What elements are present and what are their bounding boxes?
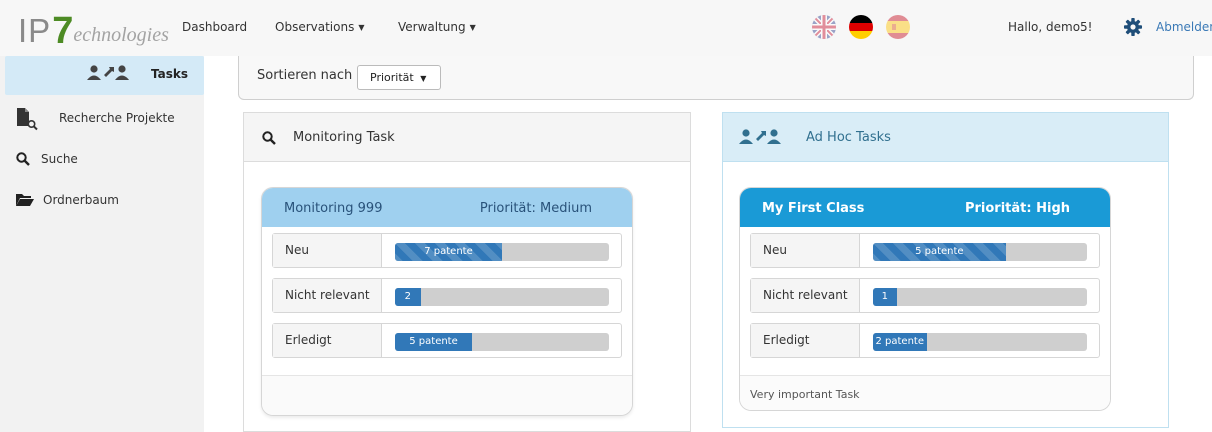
stat-row-neu[interactable]: Neu 7 patente (272, 233, 622, 268)
stat-row-erledigt[interactable]: Erledigt 2 patente (750, 323, 1100, 358)
stat-label: Nicht relevant (751, 279, 860, 312)
task-card-footer (262, 375, 632, 415)
germany-flag-icon[interactable] (849, 15, 873, 39)
logout-link[interactable]: Abmelden (1156, 20, 1212, 34)
nav-verwaltung-dropdown[interactable]: Verwaltung ▼ (398, 20, 476, 34)
nav-observations-label: Observations (275, 20, 355, 34)
search-icon (262, 130, 276, 149)
folder-open-icon (16, 192, 34, 211)
sidebar-item-recherche-projekte-label: Recherche Projekte (59, 111, 175, 125)
task-card-name: Monitoring 999 (284, 201, 383, 216)
sidebar-item-suche-label: Suche (41, 152, 78, 166)
stat-row-neu[interactable]: Neu 5 patente (750, 233, 1100, 268)
search-icon (16, 151, 30, 170)
panel-ad-hoc-tasks: Ad Hoc Tasks My First Class Priorität: H… (722, 112, 1169, 428)
task-card-header: My First Class Priorität: High (740, 188, 1110, 227)
progress-bar: 5 patente (395, 333, 609, 351)
task-card-priority: Priorität: High (964, 201, 1070, 216)
progress-bar: 2 patente (873, 333, 1087, 351)
ip7-logo[interactable]: IP 7 echnologies (18, 9, 169, 52)
nav-observations-dropdown[interactable]: Observations ▼ (275, 20, 364, 34)
task-card-priority: Priorität: Medium (479, 201, 592, 216)
progress-bar-fill: 5 patente (873, 243, 1006, 261)
sidebar-item-tasks-label: Tasks (151, 67, 189, 81)
uk-flag-icon[interactable] (812, 15, 836, 39)
caret-down-icon: ▼ (358, 23, 365, 32)
users-icon (739, 129, 783, 151)
nav-dashboard-label: Dashboard (182, 20, 248, 34)
gear-icon[interactable] (1123, 17, 1143, 37)
panel-title: Ad Hoc Tasks (806, 130, 891, 145)
task-card[interactable]: My First Class Priorität: High Neu 5 pat… (739, 187, 1111, 411)
task-card-footer: Very important Task (740, 375, 1110, 410)
task-card[interactable]: Monitoring 999 Priorität: Medium Neu 7 p… (261, 187, 633, 416)
caret-down-icon: ▼ (420, 74, 427, 83)
progress-bar-fill: 5 patente (395, 333, 473, 351)
logo-seven-text: 7 (52, 10, 74, 52)
logo-ip-text: IP (18, 12, 52, 49)
logo-rest-text: echnologies (73, 24, 169, 46)
task-card-header: Monitoring 999 Priorität: Medium (262, 188, 632, 227)
panel-header: Monitoring Task (244, 113, 690, 162)
progress-bar: 5 patente (873, 243, 1087, 261)
stat-label: Neu (751, 234, 860, 267)
user-greeting: Hallo, demo5! (1008, 20, 1093, 34)
caret-down-icon: ▼ (469, 23, 476, 32)
progress-bar-fill: 7 patente (395, 243, 502, 261)
users-icon (87, 65, 131, 87)
nav-verwaltung-label: Verwaltung (398, 20, 466, 34)
stat-label: Nicht relevant (273, 279, 382, 312)
panel-monitoring-task: Monitoring Task Monitoring 999 Priorität… (243, 112, 691, 432)
panel-title: Monitoring Task (293, 130, 395, 145)
stat-row-erledigt[interactable]: Erledigt 5 patente (272, 323, 622, 358)
sort-label: Sortieren nach (257, 68, 353, 83)
progress-bar-fill: 2 (395, 288, 421, 306)
progress-bar: 2 (395, 288, 609, 306)
progress-bar: 7 patente (395, 243, 609, 261)
sidebar-item-tasks[interactable]: Tasks (5, 56, 204, 95)
task-card-note: Very important Task (750, 388, 860, 401)
progress-bar-fill: 2 patente (873, 333, 927, 351)
spain-flag-icon[interactable] (886, 15, 910, 39)
nav-dashboard[interactable]: Dashboard (182, 20, 247, 34)
sort-dropdown-button[interactable]: Priorität ▼ (357, 65, 441, 90)
progress-bar: 1 (873, 288, 1087, 306)
stat-row-nicht-relevant[interactable]: Nicht relevant 2 (272, 278, 622, 313)
stat-label: Erledigt (273, 324, 382, 357)
sidebar: Tasks Recherche Projekte Suche Ordnerbau… (0, 56, 204, 432)
stat-label: Neu (273, 234, 382, 267)
top-navbar: IP 7 echnologies Dashboard Observations ▼… (0, 0, 1212, 56)
sidebar-item-ordnerbaum-label: Ordnerbaum (43, 193, 119, 207)
sort-dropdown-value: Priorität (370, 71, 414, 84)
file-search-icon (16, 107, 38, 135)
panel-header: Ad Hoc Tasks (723, 113, 1168, 162)
stat-label: Erledigt (751, 324, 860, 357)
progress-bar-fill: 1 (873, 288, 897, 306)
sort-toolbar: Sortieren nach Priorität ▼ (238, 56, 1194, 100)
stat-row-nicht-relevant[interactable]: Nicht relevant 1 (750, 278, 1100, 313)
task-card-name: My First Class (762, 201, 865, 216)
